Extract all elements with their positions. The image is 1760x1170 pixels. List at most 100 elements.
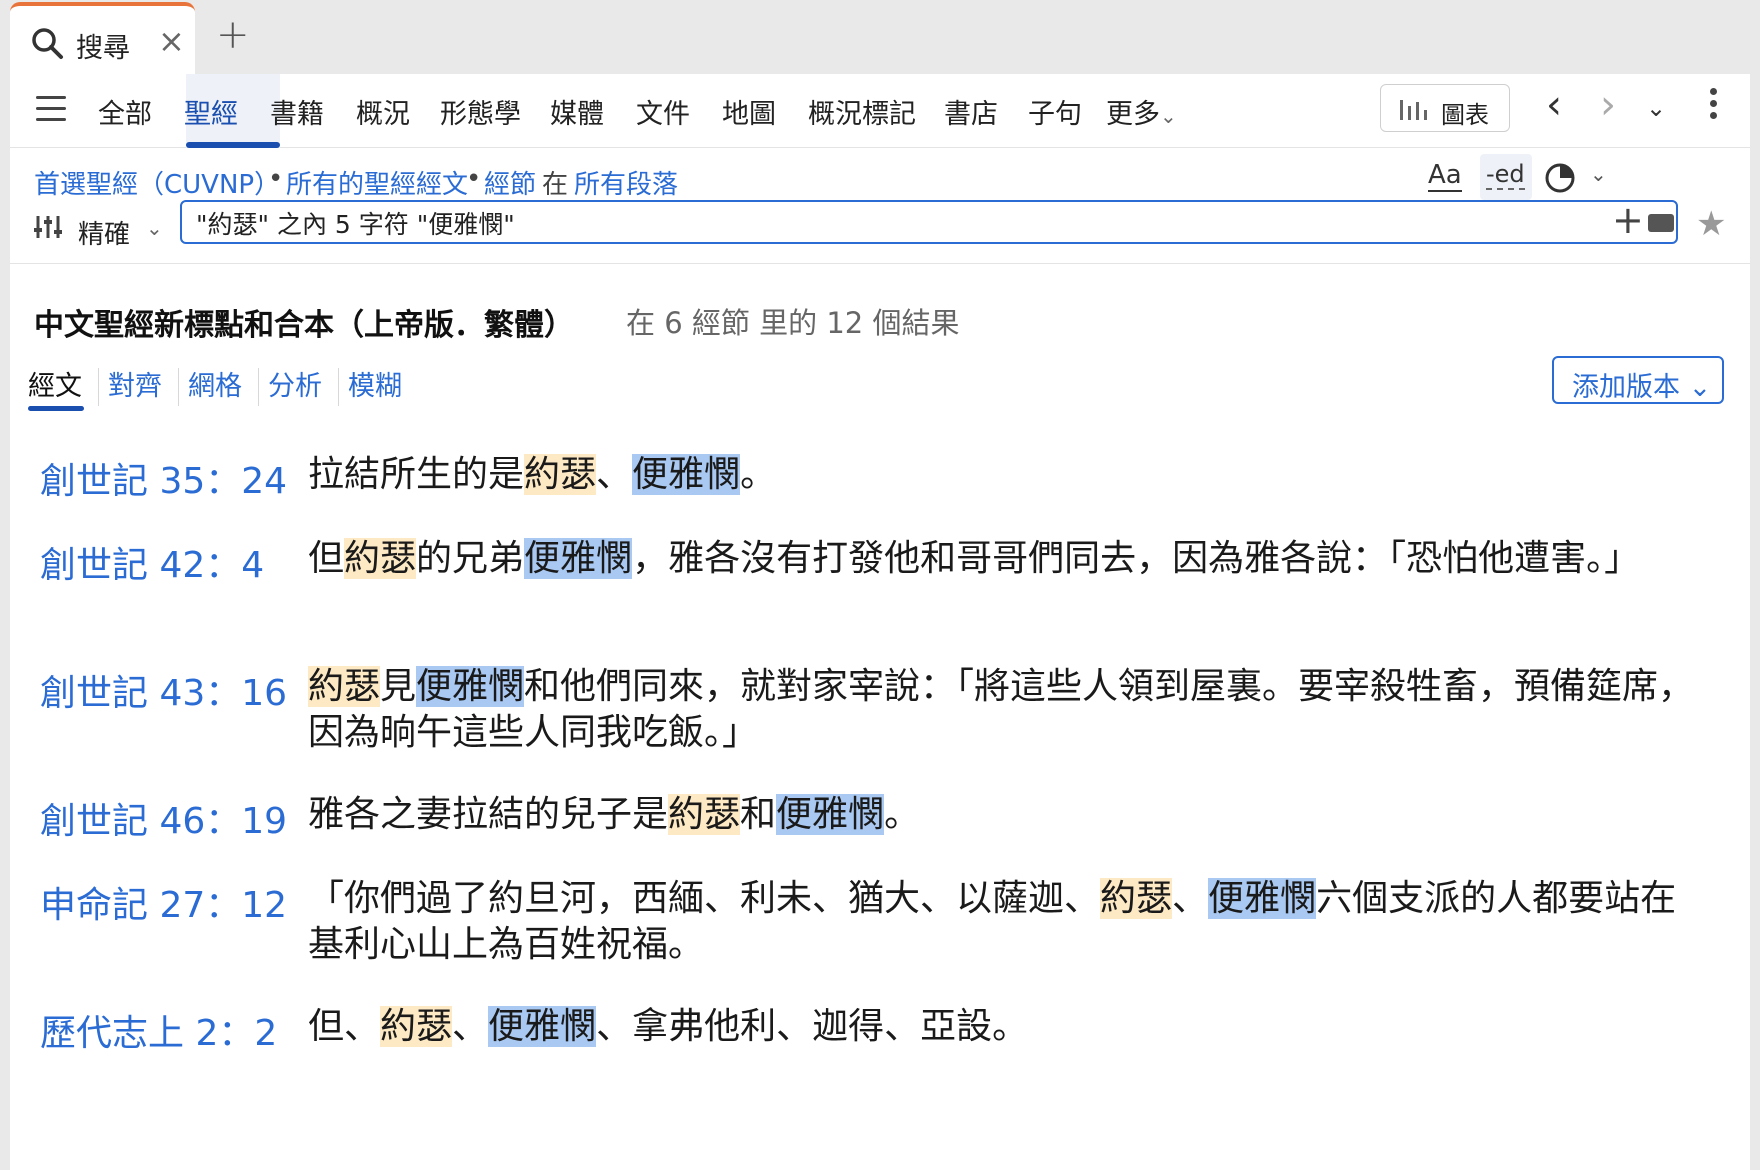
tab-text[interactable]: 經文 (28, 364, 82, 403)
verse-text: 約瑟見便雅憫和他們同來，就對家宰說：「將這些人領到屋裏。要宰殺牲畜，預備筵席，因… (308, 664, 1698, 756)
nav-item-maps[interactable]: 地圖 (722, 92, 776, 131)
keyboard-icon[interactable] (1648, 214, 1674, 232)
font-size-icon[interactable]: Aa (1428, 160, 1462, 192)
result-count: 在 6 經節 里的 12 個結果 (626, 306, 960, 340)
verse-text-segment: 、拿弗他利、迦得、亞設。 (596, 1006, 1029, 1047)
highlight-benjamin: 便雅憫 (632, 454, 741, 495)
search-tab[interactable]: 搜尋 × (10, 2, 195, 80)
highlight-joseph: 約瑟 (308, 666, 381, 707)
nav-item-bible[interactable]: 聖經 (184, 92, 238, 131)
nav-item-factbook-tags[interactable]: 概況標記 (808, 92, 916, 131)
verse-reference-link[interactable]: 創世記 46：19 (40, 792, 287, 844)
verse-text-segment: 雅各之妻拉結的兒子是 (308, 794, 669, 835)
verse-reference-link[interactable]: 創世記 42：4 (40, 536, 264, 588)
tab-divider (178, 368, 179, 406)
verse-text-segment: 、 (1172, 878, 1209, 919)
nav-active-indicator (186, 142, 280, 148)
result-bible-title: 中文聖經新標點和合本（上帝版．繁體） (34, 308, 574, 343)
verse-text-segment: 。 (884, 794, 921, 835)
more-label: 更多 (1106, 99, 1160, 130)
all-bible-text-link[interactable]: 所有的聖經經文 (286, 164, 468, 201)
separator-dot: • (466, 164, 482, 194)
verse-text-segment: 、 (452, 1006, 489, 1047)
highlight-joseph: 約瑟 (380, 1006, 453, 1047)
search-scope-bar: 首選聖經（CUVNP） • 所有的聖經經文 • 經節 在 所有段落 Aa -ed… (10, 150, 1750, 200)
sliders-icon[interactable] (34, 214, 62, 240)
nav-item-all[interactable]: 全部 (98, 92, 152, 131)
tab-divider (258, 368, 259, 406)
nav-item-media[interactable]: 媒體 (550, 92, 604, 131)
more-options-icon[interactable] (1710, 88, 1718, 128)
verse-text-segment: 「你們過了約旦河，西緬、利未、猶大、以薩迦、 (308, 878, 1101, 919)
verse-text: 但、約瑟、便雅憫、拿弗他利、迦得、亞設。 (308, 1004, 1698, 1050)
add-term-icon[interactable]: + (1612, 198, 1644, 242)
highlight-joseph: 約瑟 (668, 794, 741, 835)
verse-text: 「你們過了約旦河，西緬、利未、猶大、以薩迦、約瑟、便雅憫六個支派的人都要站在基利… (308, 876, 1698, 968)
nav-item-morphology[interactable]: 形態學 (440, 92, 521, 131)
search-box[interactable]: + (180, 198, 1678, 244)
verse-text-segment: 但、 (308, 1006, 381, 1047)
contrast-icon[interactable] (1542, 160, 1578, 196)
tab-aligned[interactable]: 對齊 (108, 364, 162, 403)
separator-dot: • (268, 164, 284, 194)
verse-text-segment: 、 (596, 454, 633, 495)
resource-nav: 全部 聖經 書籍 概況 形態學 媒體 文件 地圖 概況標記 書店 子句 更多⌄ … (10, 74, 1750, 148)
tab-strip: 搜尋 × + (0, 0, 1760, 80)
chevron-down-icon[interactable]: ⌄ (1590, 162, 1607, 186)
chevron-down-icon[interactable]: ⌄ (146, 216, 163, 240)
tab-divider (338, 368, 339, 406)
chart-button[interactable]: 圖表 (1380, 84, 1510, 132)
verse-text-segment: 的兄弟 (416, 538, 525, 579)
nav-item-clauses[interactable]: 子句 (1028, 92, 1082, 131)
verse-reference-link[interactable]: 申命記 27：12 (40, 876, 287, 928)
highlight-joseph: 約瑟 (524, 454, 597, 495)
hamburger-menu-icon[interactable] (36, 96, 66, 122)
nav-item-books[interactable]: 書籍 (270, 92, 324, 131)
tab-divider (98, 368, 99, 406)
tab-analysis[interactable]: 分析 (268, 364, 322, 403)
verse-unit-link[interactable]: 經節 (484, 164, 536, 201)
tab-label: 搜尋 (76, 33, 130, 64)
chart-label: 圖表 (1441, 101, 1489, 129)
search-input[interactable] (196, 206, 1576, 240)
back-arrow-icon[interactable]: ‹ (1546, 82, 1562, 128)
tab-fuzzy[interactable]: 模糊 (348, 364, 402, 403)
inflection-icon: -ed (1486, 160, 1525, 190)
nav-item-store[interactable]: 書店 (944, 92, 998, 131)
search-icon (32, 28, 63, 59)
forward-arrow-icon[interactable]: › (1600, 82, 1616, 128)
verse-text: 雅各之妻拉結的兒子是約瑟和便雅憫。 (308, 792, 1698, 838)
star-icon[interactable]: ★ (1696, 204, 1726, 244)
verse-reference-link[interactable]: 歷代志上 2：2 (40, 1004, 277, 1056)
verse-text: 但約瑟的兄弟便雅憫，雅各沒有打發他和哥哥們同去，因為雅各說：「恐怕他遭害。」 (308, 536, 1698, 582)
verse-text-segment: ，雅各沒有打發他和哥哥們同去，因為雅各說：「恐怕他遭害。」 (632, 538, 1641, 579)
nav-item-factbook[interactable]: 概況 (356, 92, 410, 131)
highlight-joseph: 約瑟 (344, 538, 417, 579)
highlight-benjamin: 便雅憫 (1208, 878, 1317, 919)
main-panel: 全部 聖經 書籍 概況 形態學 媒體 文件 地圖 概況標記 書店 子句 更多⌄ … (10, 74, 1750, 1170)
nav-item-documents[interactable]: 文件 (636, 92, 690, 131)
tab-grid[interactable]: 網格 (188, 364, 242, 403)
add-version-label: 添加版本 ⌄ (1572, 372, 1712, 403)
verse-text-segment: 和 (740, 794, 777, 835)
search-row: 精確 ⌄ + ★ (10, 198, 1750, 264)
tab-active-indicator (28, 406, 84, 411)
highlight-benjamin: 便雅憫 (524, 538, 633, 579)
preferred-bible-link[interactable]: 首選聖經（CUVNP） (34, 164, 280, 201)
highlight-benjamin: 便雅憫 (416, 666, 525, 707)
highlight-benjamin: 便雅憫 (488, 1006, 597, 1047)
verse-reference-link[interactable]: 創世記 35：24 (40, 452, 287, 504)
in-label: 在 (542, 170, 569, 200)
search-mode-label[interactable]: 精確 (78, 214, 130, 251)
nav-item-more[interactable]: 更多⌄ (1106, 92, 1177, 131)
all-passages-link[interactable]: 所有段落 (574, 164, 678, 201)
close-icon[interactable]: × (158, 22, 185, 60)
add-version-button[interactable]: 添加版本 ⌄ (1552, 356, 1724, 404)
verse-text-segment: 見 (380, 666, 417, 707)
history-chevron-icon[interactable]: ⌄ (1646, 94, 1666, 122)
new-tab-button[interactable]: + (216, 12, 250, 58)
verse-text: 拉結所生的是約瑟、便雅憫。 (308, 452, 1698, 498)
inflection-toggle[interactable]: -ed (1480, 154, 1532, 200)
highlight-benjamin: 便雅憫 (776, 794, 885, 835)
verse-reference-link[interactable]: 創世記 43：16 (40, 664, 287, 716)
